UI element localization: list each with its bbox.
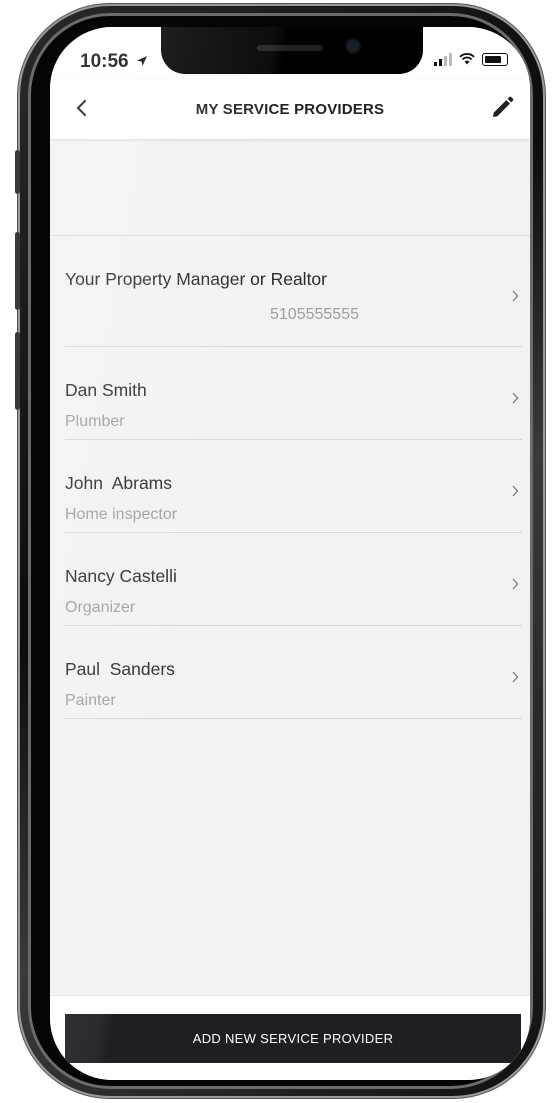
pencil-icon[interactable] <box>488 94 516 122</box>
provider-row-john-abrams[interactable]: John Abrams Home inspector <box>50 440 530 533</box>
status-indicators <box>434 52 508 66</box>
provider-role: Plumber <box>65 413 125 430</box>
mute-switch <box>15 150 20 194</box>
provider-name: Dan Smith <box>65 380 147 400</box>
location-arrow-icon <box>136 56 147 66</box>
provider-row-property-manager[interactable]: Your Property Manager or Realtor 5105555… <box>50 236 530 347</box>
battery-icon <box>482 52 508 66</box>
row-divider <box>65 718 522 719</box>
chevron-right-icon <box>512 578 519 590</box>
provider-row-paul-sanders[interactable]: Paul Sanders Painter <box>50 626 530 719</box>
add-service-provider-button[interactable]: ADD NEW SERVICE PROVIDER <box>65 1014 521 1063</box>
volume-down-button <box>15 332 20 410</box>
provider-name: Your Property Manager or Realtor <box>65 269 327 289</box>
provider-row-dan-smith[interactable]: Dan Smith Plumber <box>50 347 530 440</box>
cellular-signal-icon <box>434 52 452 66</box>
notch <box>161 27 423 74</box>
volume-up-button <box>15 232 20 310</box>
status-bar: 10:56 <box>50 27 530 79</box>
provider-role: Home inspector <box>65 506 178 523</box>
bottom-action-bar: ADD NEW SERVICE PROVIDER <box>50 995 530 1080</box>
app-screen: 10:56 MY SERVICE PROVIDERS Your Property… <box>50 27 530 1080</box>
chevron-right-icon <box>512 290 519 302</box>
provider-list: Your Property Manager or Realtor 5105555… <box>50 236 530 719</box>
provider-name: Paul Sanders <box>65 659 175 679</box>
chevron-right-icon <box>512 392 519 404</box>
provider-role: Organizer <box>65 599 136 616</box>
chevron-right-icon <box>512 671 519 683</box>
header-spacer <box>50 139 530 236</box>
wifi-icon <box>459 53 475 65</box>
front-camera <box>347 40 359 52</box>
navigation-bar: MY SERVICE PROVIDERS <box>50 79 530 139</box>
page-title: MY SERVICE PROVIDERS <box>195 101 385 118</box>
provider-name: John Abrams <box>65 473 172 493</box>
provider-phone: 5105555555 <box>270 306 359 323</box>
chevron-right-icon <box>512 485 519 497</box>
provider-row-nancy-castelli[interactable]: Nancy Castelli Organizer <box>50 533 530 626</box>
status-time: 10:56 <box>80 51 148 73</box>
provider-role: Painter <box>65 692 116 709</box>
provider-name: Nancy Castelli <box>65 566 177 586</box>
speaker-grille <box>257 45 323 51</box>
